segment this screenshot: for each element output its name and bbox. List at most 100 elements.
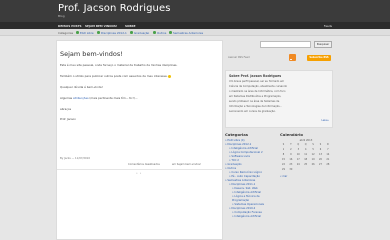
calendar-weekday: Q	[304, 143, 307, 146]
search-row: Pesquisar	[225, 41, 333, 49]
category-item[interactable]: » EAD Libre (4)	[225, 139, 245, 142]
search-input[interactable]	[260, 41, 311, 48]
site-title[interactable]: Prof. Jacson Rodrigues	[58, 3, 171, 14]
category-item[interactable]: » Disciplinas 2010-2	[229, 207, 255, 210]
post-container: Sejam bem-vindos! Este é meu site pessoa…	[56, 40, 224, 240]
calendar-day: 5	[312, 148, 314, 151]
about-read-more-link[interactable]: Leia+	[322, 119, 329, 122]
category-item[interactable]: » Curso Raciocínio Lógico	[229, 171, 262, 174]
calendar-heading: Calendário	[280, 132, 303, 137]
calendar-month: abril 2013	[299, 139, 313, 142]
categories-heading: Categorias	[225, 132, 249, 137]
calendar-weekday: D	[327, 143, 329, 146]
calendar-day: 27	[319, 163, 322, 166]
category-item[interactable]: » Sistemas Operacionais	[232, 203, 264, 206]
calendar-day: 9	[290, 153, 292, 156]
category-item[interactable]: » Disciplinas 2012-1	[225, 143, 251, 146]
category-dot-icon	[153, 31, 156, 34]
post-title[interactable]: Sejam bem-vindos!	[60, 50, 123, 58]
search-button[interactable]: Pesquisar	[314, 41, 332, 48]
share-link[interactable]: em Sejam bem-vindos!	[172, 163, 201, 166]
calendar-day: 6	[319, 148, 322, 151]
category-link-semestres[interactable]: Semestres Anteriores	[173, 31, 203, 35]
category-item[interactable]: » Inteligência Artificial	[232, 191, 261, 194]
calendar-weekday: S	[319, 143, 322, 146]
about-line: Ciência da Computação, atualmente cursan…	[229, 85, 288, 88]
rss-icon[interactable]	[289, 54, 296, 61]
category-item[interactable]: » Pé - Auto Capacitação	[229, 175, 260, 178]
about-line: Informação e Tecnologias da Informação..…	[229, 105, 282, 108]
category-bar-label: Categorias	[58, 31, 74, 35]
rss-row: Assinar RSS Feed Subscribe RSS	[225, 54, 333, 62]
calendar-day: 23	[289, 163, 293, 166]
post-meta-row: Comentários desativados em Sejam bem-vin…	[60, 162, 221, 168]
nav-item-bem-vindos[interactable]: Sejam bem vindos!	[85, 24, 117, 28]
calendar-day: 29	[282, 168, 285, 171]
about-line: Um breve perfil pessoal, ser eu formado …	[229, 80, 285, 83]
calendar-weekday: T	[290, 143, 292, 146]
category-item[interactable]: » Software Livre	[229, 155, 250, 158]
calendar-day: 21	[326, 158, 330, 161]
category-dot-icon	[169, 31, 172, 34]
category-item[interactable]: » Lógica Computacional 2	[229, 151, 263, 154]
calendar-day: 7	[327, 148, 329, 151]
calendar-day: 30	[289, 168, 293, 171]
calendar-day: 19	[311, 158, 315, 161]
category-item[interactable]: » Semestres Anteriores	[225, 179, 255, 182]
calendar-day: 8	[282, 153, 285, 156]
category-dot-icon	[130, 31, 133, 34]
calendar-day: 17	[296, 158, 300, 161]
site-tagline: Blog	[58, 14, 65, 18]
calendar-day: 24	[296, 163, 300, 166]
post-author-date: By Jacks — 11/07/2010	[60, 157, 90, 160]
category-link-outros[interactable]: Outros	[157, 31, 166, 35]
calendar-day: 12	[311, 153, 315, 156]
about-line: Lecionando em cursos de graduação.	[229, 110, 276, 113]
about-line: o mestrado na área de Informática, com f…	[229, 90, 286, 93]
calendar-weekday: Q	[297, 143, 300, 146]
about-box: Sobre Prof. Jacson Rodrigues Um breve pe…	[225, 70, 333, 128]
calendar-day: 18	[304, 158, 308, 161]
calendar-widget: Calendário abril 2013 S T Q Q S S D 1 2 3 4 5 6 7 8 9 10…	[280, 132, 332, 178]
category-dot-icon	[97, 31, 100, 34]
calendar-day: 26	[311, 163, 315, 166]
category-item[interactable]: » Inteligência Artificial	[232, 215, 261, 218]
category-item[interactable]: » Inteligência Artificial	[229, 147, 258, 150]
category-item[interactable]: » Computação Forense	[232, 211, 262, 214]
calendar-day: 11	[304, 153, 308, 156]
calendar-day: 3	[297, 148, 300, 151]
post-inline-link[interactable]: atribuições	[73, 96, 89, 100]
post-signature: Prof. Jacson	[60, 117, 77, 121]
calendar-day: 16	[289, 158, 293, 161]
category-item[interactable]: » Desenv. Sist. Web	[232, 187, 258, 190]
calendar-day: 20	[319, 158, 322, 161]
category-item[interactable]: » TCC 2	[229, 159, 239, 162]
calendar-day: 15	[282, 158, 285, 161]
calendar-day: 10	[296, 153, 300, 156]
category-link-disciplinas[interactable]: Disciplinas 2012-1	[101, 31, 127, 35]
category-dot-icon	[76, 31, 79, 34]
calendar-day: 14	[326, 153, 330, 156]
nav-item-sobre[interactable]: Sobre	[125, 24, 136, 28]
post-paragraph: Este é meu site pessoal, onde forneço o …	[60, 63, 178, 67]
nav-item-demais-posts[interactable]: Demais posts	[58, 24, 82, 28]
category-link-graduacao[interactable]: Graduação	[134, 31, 149, 35]
category-link-ead[interactable]: EAD Libre	[80, 31, 94, 35]
post-paragraph: Algumas atribuições (mais pertinente mai…	[60, 96, 138, 100]
category-item[interactable]: » Graduação	[225, 163, 242, 166]
post-paragraph-text: Também o utilizo para publicar outros po…	[60, 74, 168, 78]
divider	[57, 169, 224, 170]
calendar-day: 22	[282, 163, 285, 166]
category-item[interactable]: Programação	[232, 199, 249, 202]
calendar-day: 13	[319, 153, 322, 156]
calendar-day: 4	[304, 148, 307, 151]
calendar-prev-link[interactable]: « mar	[280, 175, 287, 178]
category-item[interactable]: » Lógica e Técnica de	[232, 195, 260, 198]
calendar-day: 25	[304, 163, 308, 166]
about-line: em Sistemas Distribuídos e Programação,	[229, 95, 282, 98]
category-item[interactable]: » Outros	[225, 167, 236, 170]
sidebar: Pesquisar Assinar RSS Feed Subscribe RSS…	[225, 40, 333, 240]
nav-feeds-link[interactable]: Feeds	[324, 24, 332, 28]
category-item[interactable]: » Disciplinas 2011-1	[229, 183, 255, 186]
subscribe-rss-button[interactable]: Subscribe RSS	[307, 55, 331, 61]
